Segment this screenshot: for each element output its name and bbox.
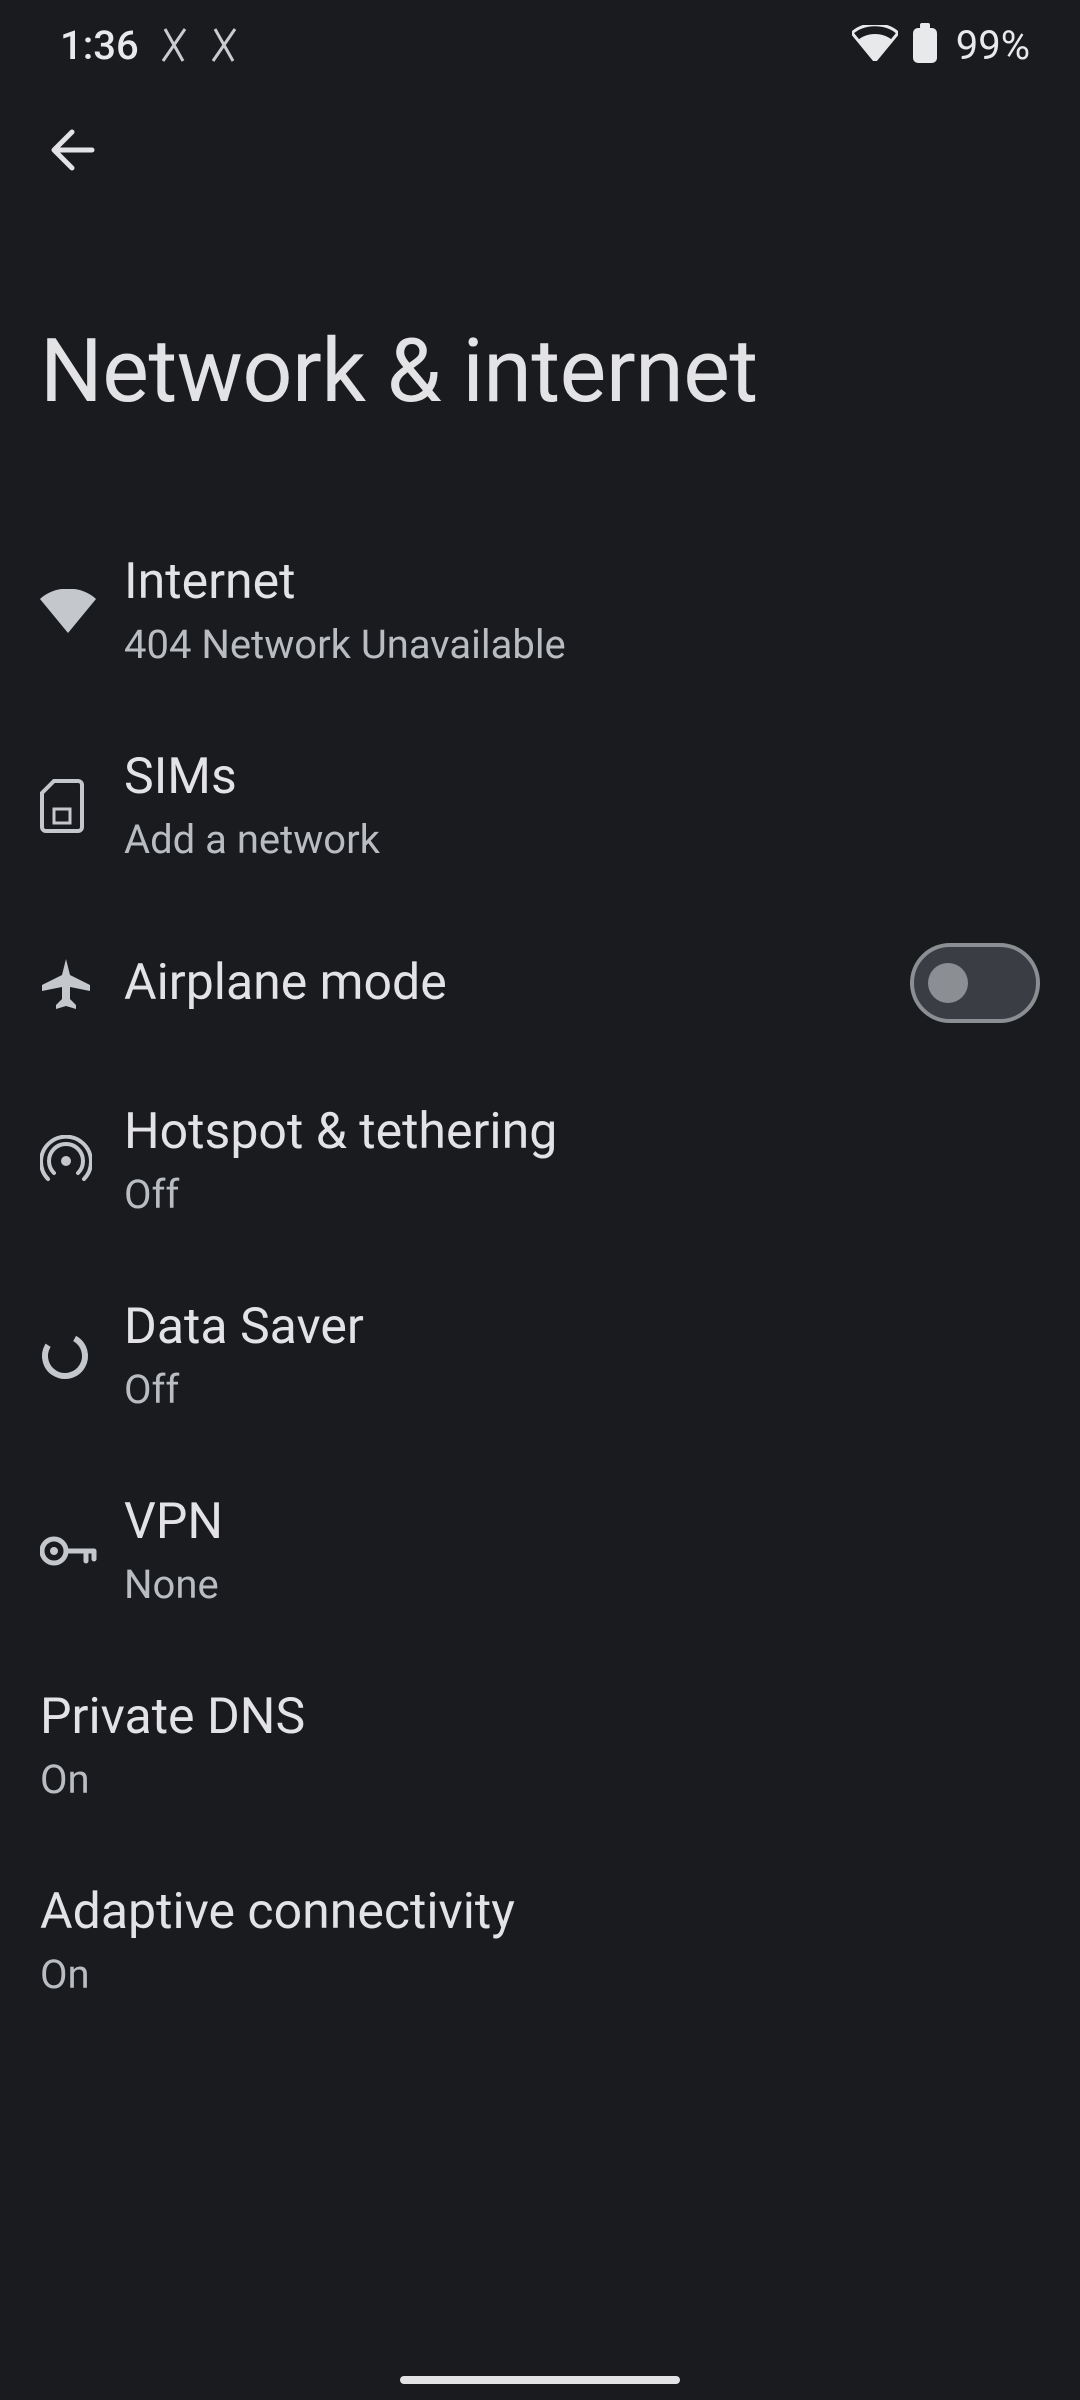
row-subtitle: 404 Network Unavailable [124,621,1040,668]
status-right: 99% [852,22,1030,69]
no-sim-icon [159,25,189,65]
row-subtitle: None [124,1561,1040,1608]
row-title: Private DNS [40,1688,1040,1746]
status-time: 1:36 [60,22,139,69]
airplane-icon [40,957,124,1009]
status-bar: 1:36 99% [0,0,1080,90]
row-subtitle: Add a network [124,816,1040,863]
app-bar [0,90,1080,210]
row-title: Airplane mode [124,954,910,1012]
wifi-icon [40,589,124,633]
row-hotspot[interactable]: Hotspot & tethering Off [0,1063,1080,1258]
vpn-key-icon [40,1535,124,1567]
row-title: Adaptive connectivity [40,1883,1040,1941]
row-subtitle: Off [124,1366,1040,1413]
row-subtitle: Off [124,1171,1040,1218]
settings-list: Internet 404 Network Unavailable SIMs Ad… [0,483,1080,2038]
row-subtitle: On [40,1951,1040,1998]
no-sim-icon [209,25,239,65]
page-title: Network & internet [0,210,1080,483]
row-title: SIMs [124,748,1040,806]
battery-icon [912,23,938,67]
nav-handle[interactable] [400,2376,680,2384]
row-adaptive-connectivity[interactable]: Adaptive connectivity On [0,1843,1080,2038]
row-subtitle: On [40,1756,1040,1803]
row-title: Hotspot & tethering [124,1103,1040,1161]
sim-icon [40,779,124,833]
row-title: Internet [124,553,1040,611]
arrow-left-icon [46,124,98,176]
row-title: VPN [124,1493,1040,1551]
battery-percent: 99% [956,22,1030,69]
row-private-dns[interactable]: Private DNS On [0,1648,1080,1843]
row-datasaver[interactable]: Data Saver Off [0,1258,1080,1453]
status-left: 1:36 [60,22,239,69]
airplane-toggle[interactable] [910,943,1040,1023]
wifi-icon [852,25,898,65]
data-saver-icon [40,1331,124,1381]
row-airplane[interactable]: Airplane mode [0,903,1080,1063]
toggle-knob [928,963,968,1003]
row-internet[interactable]: Internet 404 Network Unavailable [0,513,1080,708]
hotspot-icon [40,1135,124,1187]
back-button[interactable] [32,110,112,190]
row-sims[interactable]: SIMs Add a network [0,708,1080,903]
row-vpn[interactable]: VPN None [0,1453,1080,1648]
row-title: Data Saver [124,1298,1040,1356]
